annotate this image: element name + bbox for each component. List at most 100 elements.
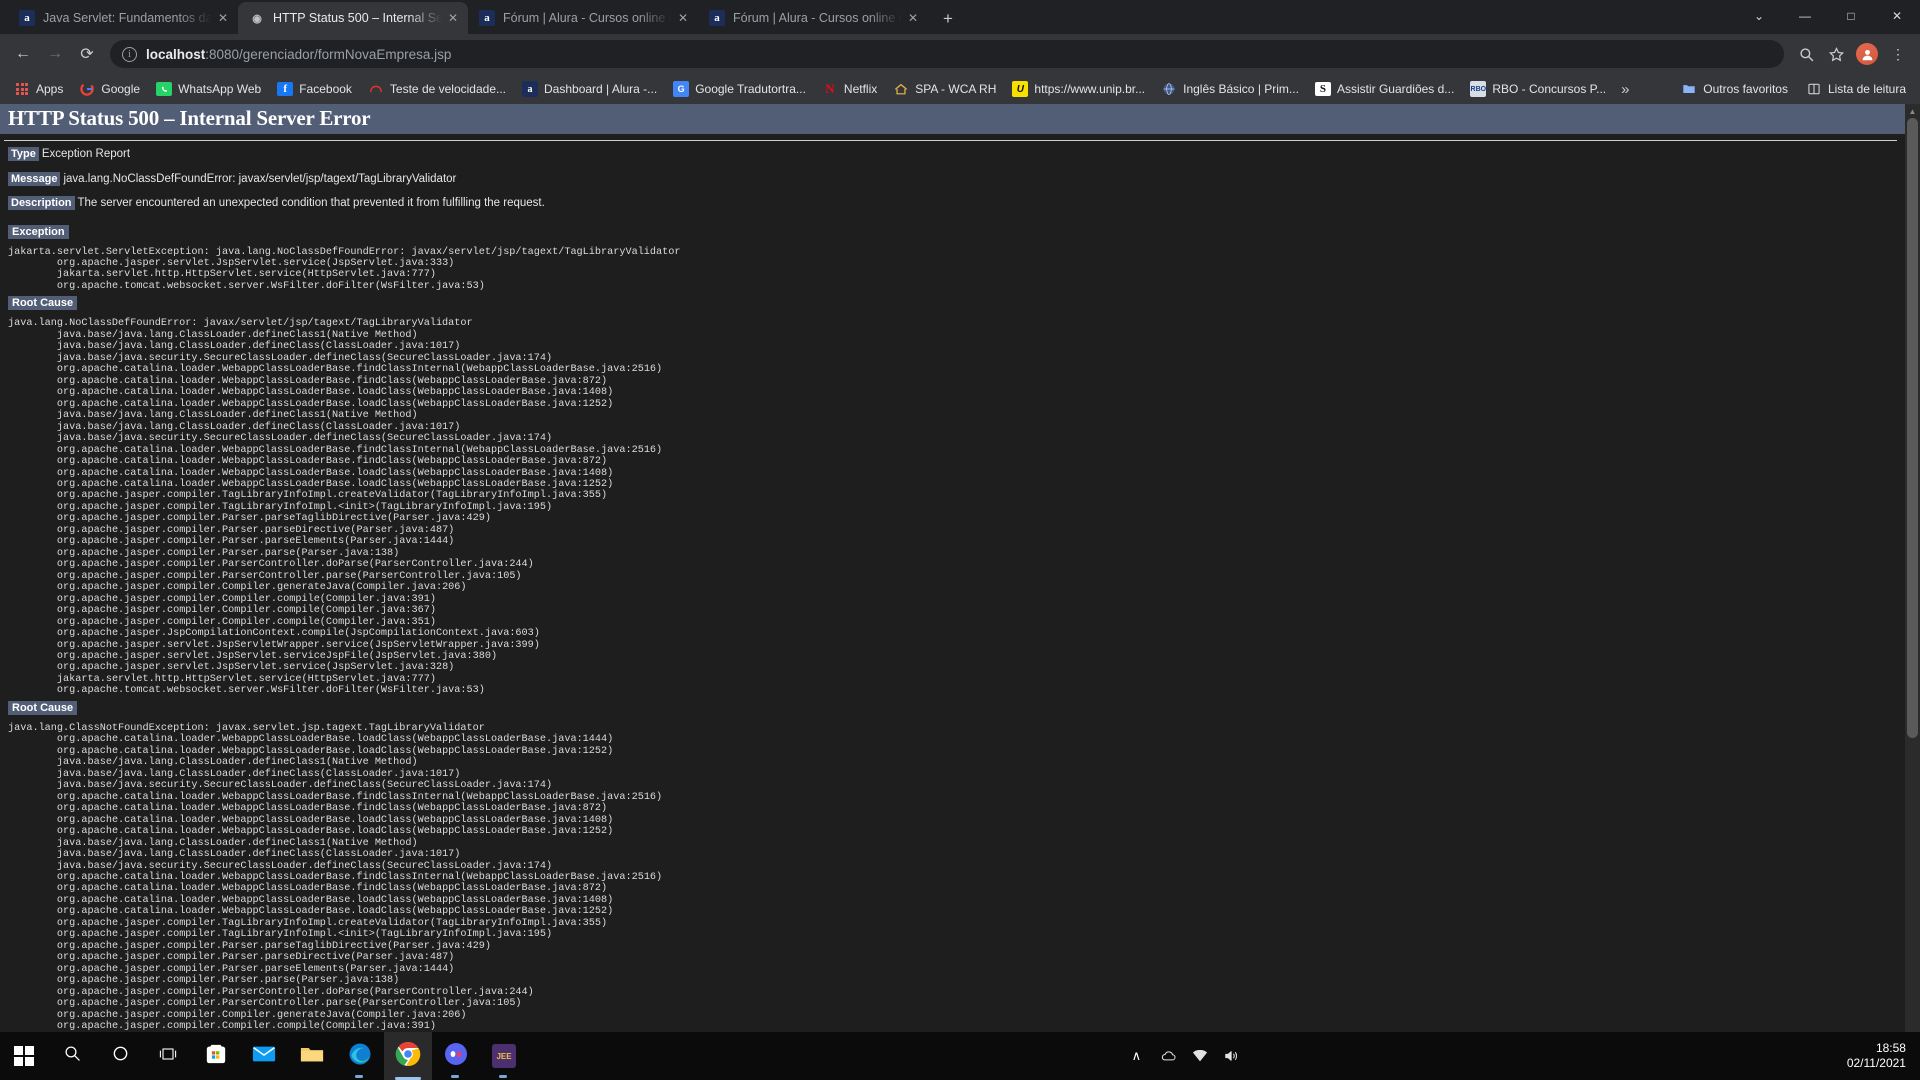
bookmark-label: Google Tradutortra... — [695, 82, 806, 96]
bookmark-spa-wca-rh[interactable]: SPA - WCA RH — [885, 78, 1004, 100]
bookmark-netflix[interactable]: N Netflix — [814, 78, 885, 100]
site-info-icon[interactable]: i — [122, 46, 137, 62]
onedrive-icon[interactable] — [1158, 1046, 1178, 1066]
address-bar[interactable]: i localhost:8080/gerenciador/formNovaEmp… — [110, 40, 1784, 68]
bookmark-apps[interactable]: Apps — [6, 78, 71, 100]
description-value: The server encountered an unexpected con… — [77, 197, 545, 210]
taskbar-google-chrome-button[interactable] — [384, 1032, 432, 1080]
url-path: :8080/gerenciador/formNovaEmpresa.jsp — [205, 46, 452, 62]
browser-tab-3[interactable]: a Fórum | Alura - Cursos online de ✕ — [468, 2, 698, 34]
reading-list-button[interactable]: Lista de leitura — [1798, 78, 1914, 100]
house-icon — [893, 81, 909, 97]
other-bookmarks-folder[interactable]: Outros favoritos — [1673, 78, 1796, 100]
other-bookmarks-label: Outros favoritos — [1703, 82, 1788, 96]
start-button[interactable] — [0, 1032, 48, 1080]
browser-tab-4[interactable]: a Fórum | Alura - Cursos online de ✕ — [698, 2, 928, 34]
task-view-icon — [159, 1046, 177, 1067]
bookmark-label: Netflix — [843, 82, 878, 96]
tab-title: Java Servlet: Fundamentos da pro — [43, 11, 212, 25]
scrollbar-thumb[interactable] — [1907, 118, 1918, 738]
error-description-row: Description The server encountered an une… — [0, 196, 1905, 212]
maximize-button[interactable]: □ — [1828, 0, 1874, 32]
taskbar-microsoft-edge-button[interactable] — [336, 1032, 384, 1080]
browser-tab-2-active[interactable]: ◉ HTTP Status 500 – Internal Server ✕ — [238, 2, 468, 34]
bookmark-star-icon[interactable] — [1822, 40, 1850, 68]
folder-icon — [1681, 81, 1697, 97]
taskbar-file-explorer-button[interactable] — [288, 1032, 336, 1080]
bookmarks-overflow-button[interactable]: » — [1614, 81, 1636, 98]
eclipse-jee-icon: JEE — [492, 1044, 516, 1068]
eclipse-jee-label: JEE — [496, 1051, 512, 1061]
window-controls: ⌄ — □ ✕ — [1736, 0, 1920, 34]
minimize-button[interactable]: — — [1782, 0, 1828, 32]
taskbar-discord-button[interactable] — [432, 1032, 480, 1080]
avatar[interactable] — [1856, 43, 1878, 65]
speedtest-icon — [368, 81, 384, 97]
bookmark-label: Assistir Guardiões d... — [1336, 82, 1455, 96]
taskbar-eclipse-jee-button[interactable]: JEE — [480, 1032, 528, 1080]
network-icon[interactable] — [1190, 1046, 1210, 1066]
taskbar-microsoft-store-button[interactable] — [192, 1032, 240, 1080]
bookmark-teste-de-velocidade[interactable]: Teste de velocidade... — [360, 78, 514, 100]
bookmark-whatsapp-web[interactable]: WhatsApp Web — [148, 79, 269, 99]
bookmark-label: https://www.unip.br... — [1034, 82, 1146, 96]
alura-icon: a — [479, 10, 495, 26]
root-cause-heading-2: Root Cause — [8, 700, 78, 715]
exception-stack-trace: jakarta.servlet.ServletException: java.l… — [8, 246, 681, 292]
apps-grid-icon — [14, 81, 30, 97]
microsoft-store-icon — [205, 1043, 227, 1070]
windows-logo-icon — [13, 1045, 35, 1067]
close-icon[interactable]: ✕ — [214, 9, 232, 27]
bookmark-google-tradutor[interactable]: G Google Tradutortra... — [665, 78, 814, 100]
scrollbar-track[interactable] — [1905, 118, 1920, 1066]
taskbar-cortana-button[interactable] — [96, 1032, 144, 1080]
browser-tab-1[interactable]: a Java Servlet: Fundamentos da pro ✕ — [8, 2, 238, 34]
forward-button[interactable]: → — [40, 39, 70, 69]
reading-list-label: Lista de leitura — [1827, 82, 1906, 96]
bookmark-dashboard-alura[interactable]: a Dashboard | Alura -... — [514, 78, 665, 100]
google-chrome-icon — [395, 1041, 421, 1072]
tab-title: Fórum | Alura - Cursos online de — [733, 11, 902, 25]
close-window-button[interactable]: ✕ — [1874, 0, 1920, 32]
bookmark-ingles-basico[interactable]: Inglês Básico | Prim... — [1153, 78, 1307, 100]
description-label: Description — [8, 196, 75, 211]
close-icon[interactable]: ✕ — [904, 9, 922, 27]
alura-icon: a — [19, 10, 35, 26]
bookmark-label: WhatsApp Web — [178, 82, 262, 96]
root-cause-stack-trace-2: java.lang.ClassNotFoundException: javax.… — [8, 722, 663, 1080]
close-icon[interactable]: ✕ — [674, 9, 692, 27]
taskbar-clock[interactable]: 18:58 02/11/2021 — [1847, 1032, 1920, 1080]
world-icon — [1161, 81, 1177, 97]
bookmark-label: Google — [101, 82, 141, 96]
tab-search-chevron-icon[interactable]: ⌄ — [1736, 0, 1782, 32]
tab-title: HTTP Status 500 – Internal Server — [273, 11, 442, 25]
chrome-menu-icon[interactable]: ⋮ — [1884, 40, 1912, 68]
root-cause-stack-trace-1: java.lang.NoClassDefFoundError: javax/se… — [8, 318, 663, 697]
bookmark-rbo-concursos[interactable]: RBO RBO - Concursos P... — [1462, 78, 1614, 100]
type-label: Type — [8, 147, 39, 161]
bookmark-label: SPA - WCA RH — [915, 82, 997, 96]
new-tab-button[interactable]: + — [934, 4, 962, 32]
bookmark-google[interactable]: Google — [71, 78, 148, 100]
volume-icon[interactable] — [1222, 1046, 1242, 1066]
rbo-icon: RBO — [1470, 81, 1487, 97]
taskbar-search-button[interactable] — [48, 1032, 96, 1080]
scroll-up-arrow-icon[interactable]: ▲ — [1905, 104, 1920, 118]
clock-time: 18:58 — [1875, 1041, 1906, 1055]
tray-chevron-up-icon[interactable]: ∧ — [1126, 1046, 1146, 1066]
url-host: localhost — [146, 46, 206, 62]
back-button[interactable]: ← — [8, 39, 38, 69]
reload-button[interactable]: ⟳ — [72, 39, 102, 69]
bookmark-unip[interactable]: U https://www.unip.br... — [1004, 78, 1153, 100]
taskbar-task-view-button[interactable] — [144, 1032, 192, 1080]
close-icon[interactable]: ✕ — [444, 9, 462, 27]
search-icon[interactable] — [1792, 40, 1820, 68]
bookmarks-bar-right: Outros favoritos Lista de leitura — [1673, 78, 1914, 100]
bookmark-facebook[interactable]: f Facebook — [269, 79, 360, 99]
page-scrollbar[interactable]: ▲ ▼ — [1905, 104, 1920, 1080]
google-icon — [79, 81, 95, 97]
bookmark-label: RBO - Concursos P... — [1492, 82, 1607, 96]
taskbar-mail-button[interactable] — [240, 1032, 288, 1080]
bookmark-assistir-guardioes[interactable]: S Assistir Guardiões d... — [1307, 79, 1462, 99]
page-title: HTTP Status 500 – Internal Server Error — [0, 104, 1905, 134]
